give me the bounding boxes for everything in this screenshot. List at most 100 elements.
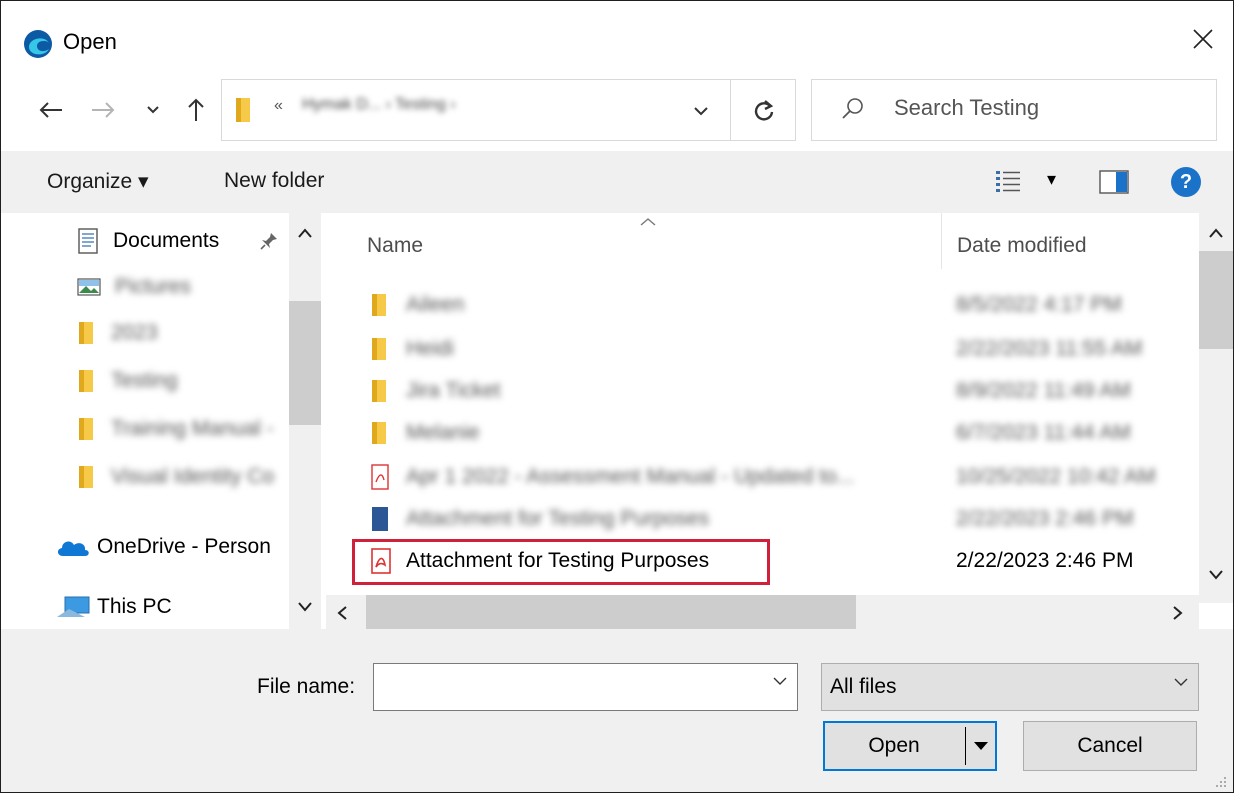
file-list-item-selected[interactable]: Attachment for Testing Purposes 2/22/202…	[326, 539, 1196, 585]
new-folder-button[interactable]: New folder	[224, 169, 324, 193]
refresh-button[interactable]	[730, 80, 797, 140]
this-pc-icon	[57, 596, 90, 617]
folder-icon	[236, 98, 250, 122]
nav-item-label: OneDrive - Person	[97, 535, 271, 558]
nav-item-label: Pictures	[115, 275, 191, 298]
column-header-date-label: Date modified	[957, 234, 1087, 257]
open-button[interactable]: Open	[823, 721, 997, 771]
navigation-pane-scrollbar-thumb[interactable]	[289, 301, 321, 425]
scroll-up-icon[interactable]	[297, 227, 313, 239]
file-list-scrollbar-thumb[interactable]	[1199, 251, 1233, 349]
nav-item-folder[interactable]: Testing	[77, 359, 178, 403]
nav-item-label: 2023	[111, 321, 158, 344]
file-list-item[interactable]: Apr 1 2022 - Assessment Manual - Updated…	[326, 455, 1196, 499]
file-date: 10/25/2022 10:42 AM	[956, 465, 1156, 488]
nav-item-pictures[interactable]: Pictures	[77, 265, 191, 309]
file-list-horizontal-scrollbar[interactable]	[326, 595, 1199, 629]
file-type-value: All files	[830, 675, 897, 698]
scroll-down-icon[interactable]	[297, 601, 313, 613]
edge-browser-icon	[24, 30, 52, 58]
resize-grip-icon[interactable]	[1213, 774, 1227, 788]
column-divider[interactable]	[941, 213, 942, 269]
browser-area: Documents Pictures 2023 Testing Training…	[1, 213, 1233, 629]
nav-item-this-pc[interactable]: This PC	[55, 585, 172, 629]
nav-item-folder[interactable]: Training Manual -	[77, 407, 274, 451]
file-list-item[interactable]: Heidi 2/22/2023 11:55 AM	[326, 327, 1196, 371]
pdf-file-icon	[371, 464, 389, 490]
close-icon	[1193, 29, 1213, 49]
chevron-down-icon[interactable]	[773, 676, 787, 686]
caret-down-icon	[974, 742, 988, 750]
nav-item-onedrive[interactable]: OneDrive - Person	[55, 525, 271, 569]
file-name: Attachment for Testing Purposes	[406, 549, 710, 572]
search-icon	[842, 98, 863, 119]
forward-button[interactable]	[83, 93, 123, 127]
chevron-down-icon	[147, 106, 159, 114]
back-button[interactable]	[31, 93, 71, 127]
open-button-separator	[965, 727, 966, 765]
open-file-dialog: Open « Hymak D... › Testing › Organize ▾	[0, 0, 1234, 793]
file-date: 6/7/2023 11:44 AM	[956, 421, 1131, 444]
open-options-dropdown[interactable]	[967, 723, 995, 769]
file-name: Aileen	[406, 293, 465, 316]
search-input[interactable]	[892, 94, 1196, 122]
folder-icon	[372, 422, 386, 444]
pin-icon[interactable]	[259, 231, 279, 251]
breadcrumb[interactable]: Hymak D... › Testing ›	[302, 96, 572, 122]
preview-pane-button[interactable]	[1099, 170, 1129, 194]
word-file-icon	[372, 507, 388, 531]
horizontal-scrollbar-thumb[interactable]	[366, 595, 856, 629]
open-button-label[interactable]: Open	[825, 723, 963, 769]
folder-icon	[79, 418, 93, 440]
folder-icon	[79, 322, 93, 344]
folder-icon	[79, 466, 93, 488]
address-dropdown-button[interactable]	[684, 96, 718, 126]
title-bar: Open	[1, 1, 1233, 73]
folder-icon	[79, 370, 93, 392]
breadcrumb-overflow[interactable]: «	[274, 97, 283, 115]
scroll-right-icon[interactable]	[1172, 605, 1184, 621]
file-list-item[interactable]: Attachment for Testing Purposes 2/22/202…	[326, 497, 1196, 541]
back-arrow-icon	[39, 102, 62, 118]
cancel-button-label: Cancel	[1077, 734, 1143, 757]
scroll-down-icon[interactable]	[1208, 569, 1224, 581]
file-list-item[interactable]: Melanie 6/7/2023 11:44 AM	[326, 411, 1196, 455]
nav-item-folder[interactable]: 2023	[77, 311, 158, 355]
change-view-button[interactable]: ▾	[995, 167, 1065, 197]
nav-item-documents[interactable]: Documents	[77, 219, 219, 263]
file-list-item[interactable]: Jira Ticket 8/9/2022 11:49 AM	[326, 369, 1196, 413]
help-button[interactable]: ?	[1171, 167, 1201, 197]
file-list-item[interactable]: Aileen 8/5/2022 4:17 PM	[326, 283, 1196, 327]
file-name-input[interactable]	[380, 672, 754, 698]
file-name: Jira Ticket	[406, 379, 501, 402]
nav-item-label: Training Manual -	[111, 417, 274, 440]
up-button[interactable]	[179, 93, 213, 127]
command-toolbar: Organize ▾ New folder ▾ ?	[1, 151, 1233, 213]
address-bar[interactable]: « Hymak D... › Testing ›	[221, 79, 796, 141]
file-name: Melanie	[406, 421, 480, 444]
chevron-down-icon	[694, 107, 708, 116]
file-name: Heidi	[406, 337, 454, 360]
view-dropdown-arrow: ▾	[1047, 169, 1057, 189]
folder-icon	[372, 338, 386, 360]
file-date: 8/5/2022 4:17 PM	[956, 293, 1122, 316]
nav-item-label: Testing	[111, 369, 178, 392]
file-name-combobox[interactable]	[373, 663, 798, 711]
close-button[interactable]	[1173, 15, 1233, 63]
nav-item-folder[interactable]: Visual Identity Co	[77, 455, 274, 499]
refresh-icon	[754, 100, 774, 121]
window-title: Open	[63, 29, 117, 54]
sort-ascending-icon	[640, 218, 656, 226]
cancel-button[interactable]: Cancel	[1023, 721, 1197, 771]
scroll-left-icon[interactable]	[336, 605, 348, 621]
file-type-select[interactable]: All files	[821, 663, 1199, 711]
nav-item-label: Visual Identity Co	[111, 465, 275, 488]
column-header-name[interactable]: Name	[367, 221, 423, 271]
documents-icon	[78, 228, 98, 254]
organize-menu-button[interactable]: Organize ▾	[47, 169, 149, 194]
search-box[interactable]	[811, 79, 1217, 141]
column-header-date-modified[interactable]: Date modified	[957, 221, 1087, 271]
recent-locations-button[interactable]	[141, 93, 165, 127]
scroll-up-icon[interactable]	[1208, 227, 1224, 239]
dialog-footer: File name: All files Open Cancel	[1, 629, 1233, 792]
